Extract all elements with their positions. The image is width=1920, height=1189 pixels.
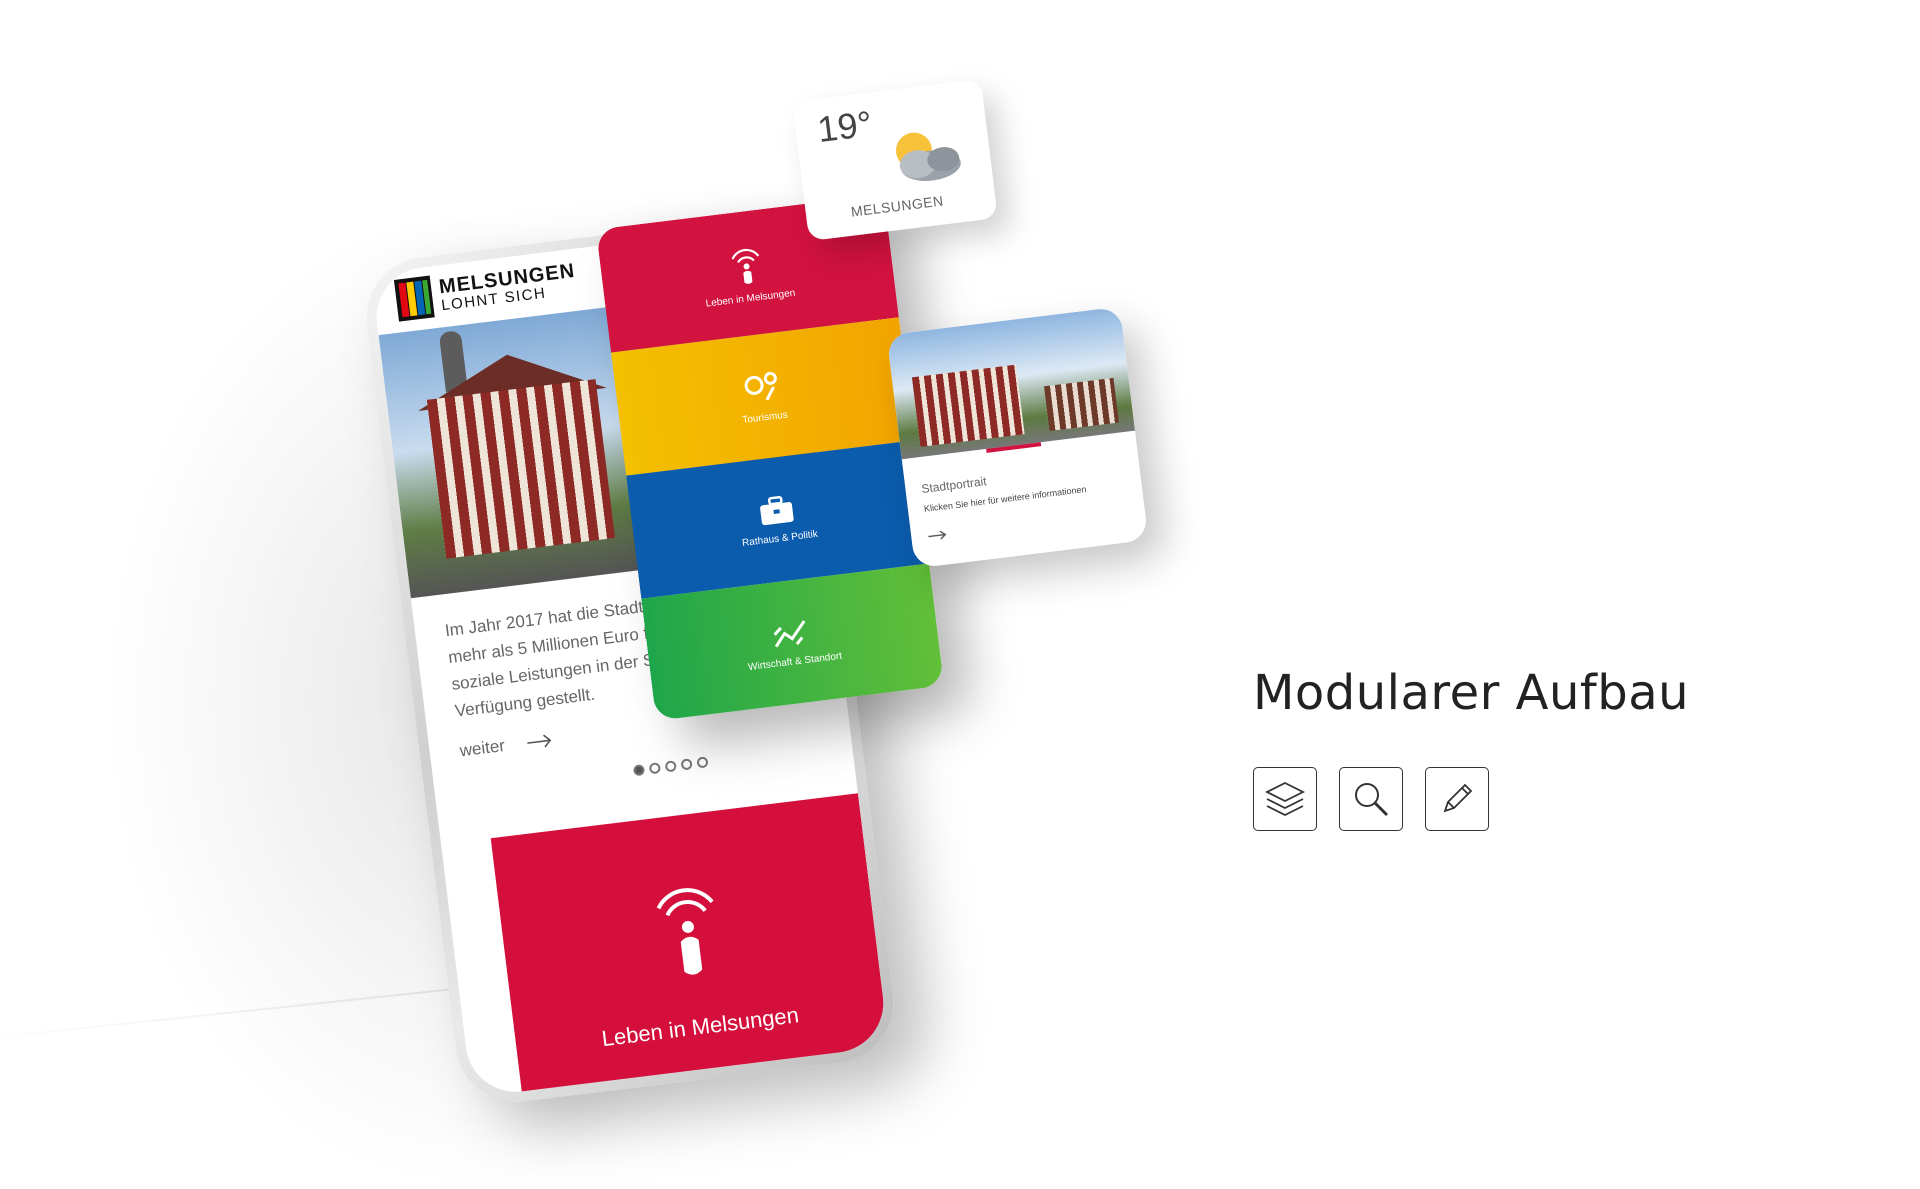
pager-dot[interactable] — [680, 758, 693, 771]
weiter-link[interactable]: weiter — [459, 730, 554, 761]
category-label: Rathaus & Politik — [741, 528, 819, 549]
category-label: Tourismus — [741, 409, 789, 426]
trend-line-icon — [773, 619, 806, 647]
layers-icon — [1264, 781, 1306, 817]
layers-button[interactable] — [1253, 767, 1317, 831]
weather-city: MELSUNGEN — [850, 192, 945, 220]
pager-dot[interactable] — [696, 756, 709, 769]
person-signal-icon — [656, 888, 714, 975]
search-icon — [1355, 783, 1389, 817]
carousel-pager — [632, 756, 709, 777]
half-timbered-facade — [1043, 377, 1119, 432]
card-title: Stadtportrait — [920, 474, 988, 497]
melsungen-logo-icon[interactable] — [393, 275, 435, 322]
pencil-icon — [1443, 783, 1473, 813]
half-timbered-facade — [426, 379, 616, 559]
weather-temperature: 19° — [815, 102, 875, 151]
weather-widget[interactable]: 19° MELSUNGEN — [792, 78, 998, 242]
pager-dot[interactable] — [648, 762, 662, 775]
category-label: Leben in Melsungen — [705, 287, 796, 310]
leben-in-melsungen-tile[interactable]: Leben in Melsungen — [490, 793, 890, 1098]
arrow-right-icon — [527, 734, 552, 748]
edit-button[interactable] — [1425, 767, 1489, 831]
arrow-right-icon[interactable] — [927, 529, 948, 541]
category-label: Wirtschaft & Standort — [747, 650, 843, 673]
feature-icon-row — [1253, 767, 1489, 831]
weiter-label: weiter — [458, 735, 506, 761]
half-timbered-facade — [911, 364, 1025, 447]
stadtportrait-card[interactable]: Stadtportrait Klicken Sie hier für weite… — [886, 306, 1149, 569]
logo-wordmark[interactable]: MELSUNGEN LOHNT SICH — [438, 260, 578, 314]
briefcase-icon — [760, 495, 794, 525]
tile-label: Leben in Melsungen — [600, 1002, 801, 1052]
person-signal-icon — [731, 248, 760, 284]
partly-cloudy-icon — [895, 132, 961, 181]
pager-dot[interactable] — [664, 760, 677, 773]
category-menu-card: Leben in Melsungen Tourismus Rathaus & P… — [595, 194, 945, 721]
page-headline: Modularer Aufbau — [1253, 665, 1690, 721]
pager-dot[interactable] — [632, 764, 646, 777]
map-pins-icon — [744, 371, 777, 401]
search-button[interactable] — [1339, 767, 1403, 831]
